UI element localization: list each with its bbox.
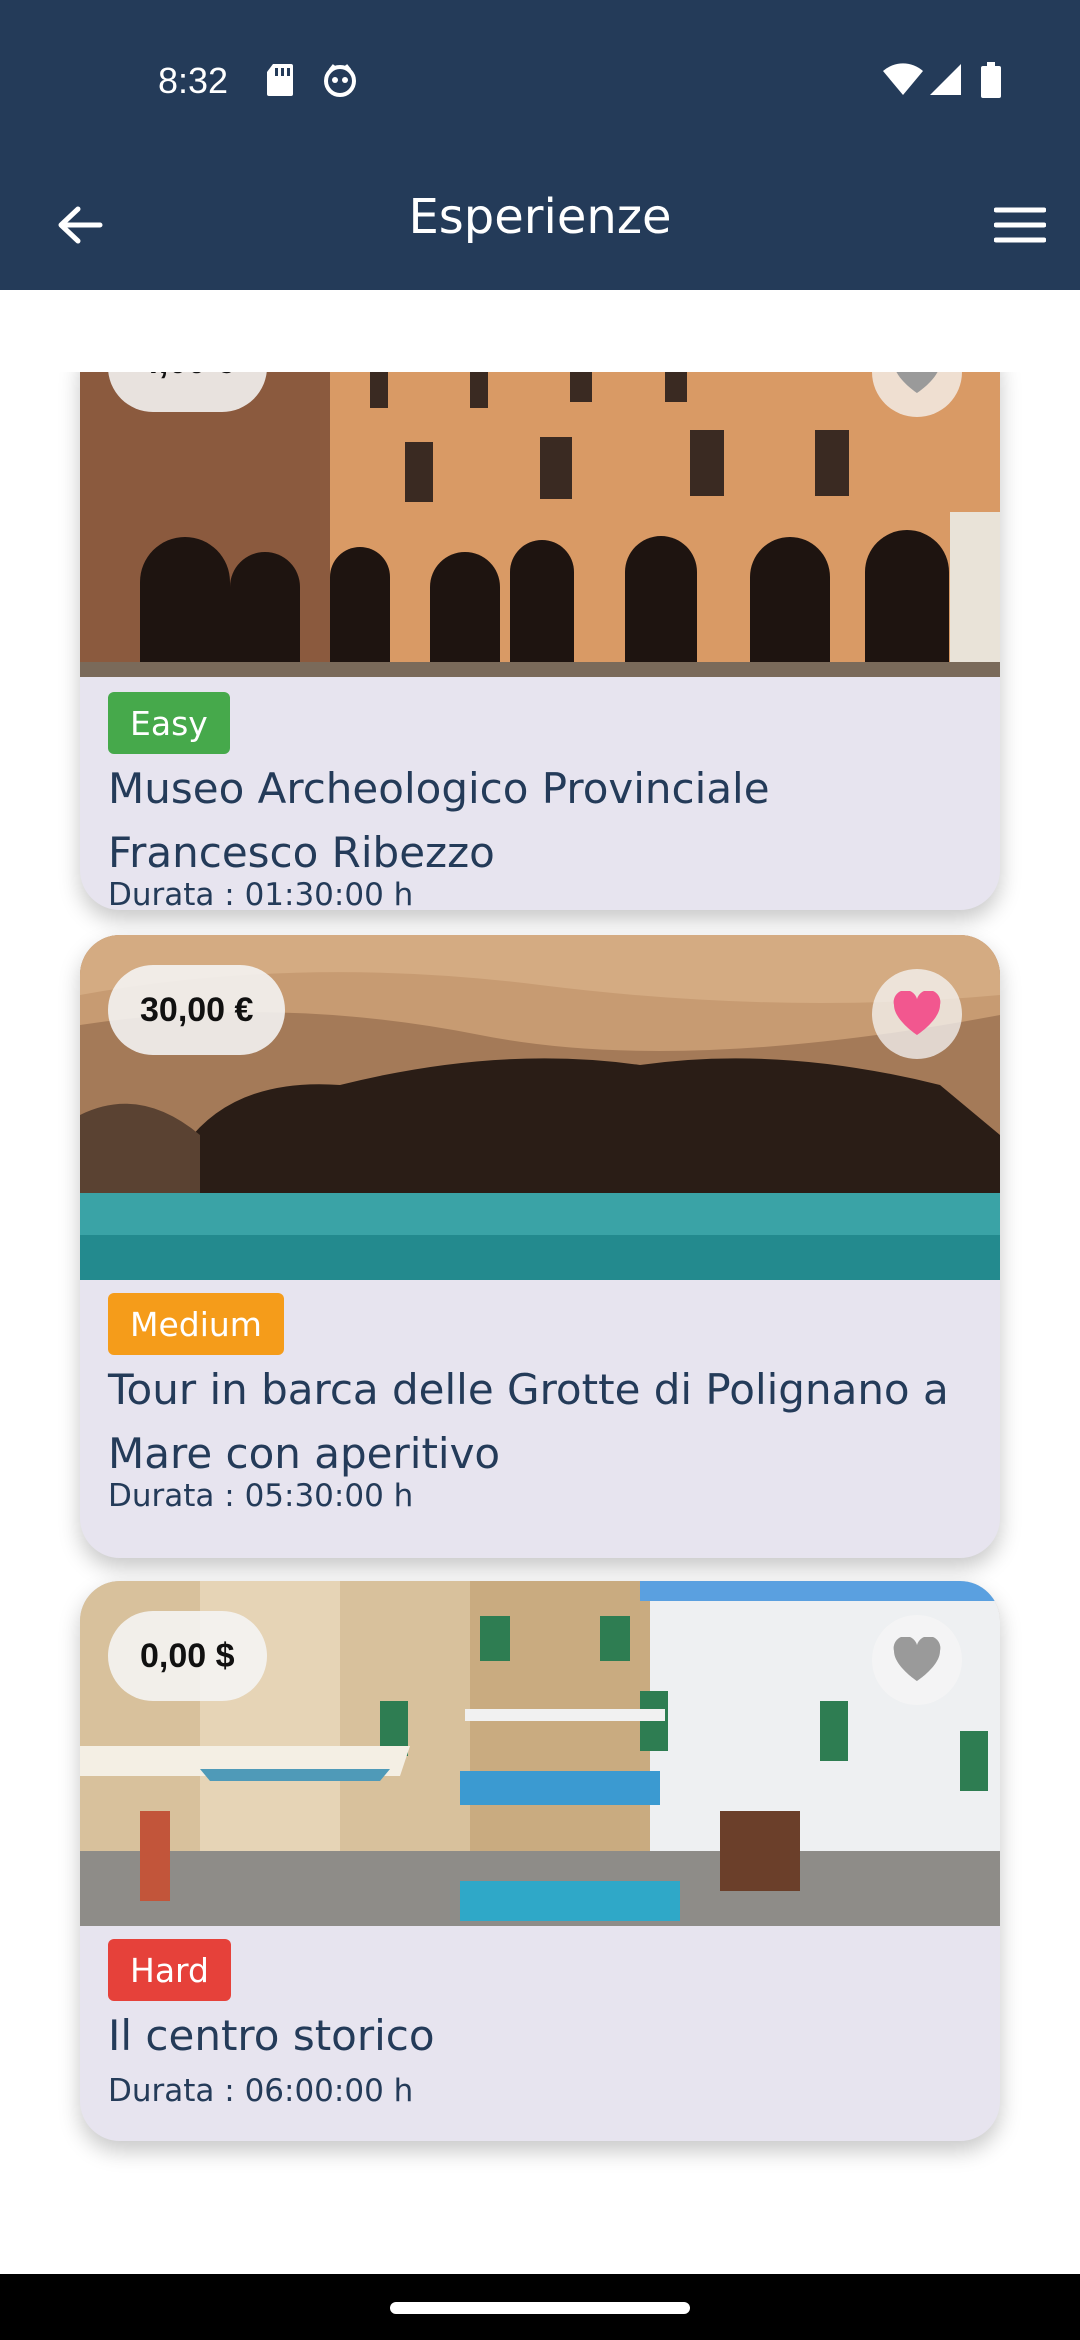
experience-list[interactable]: 4,00 € Easy Museo Archeologico Provincia… (0, 372, 1080, 2190)
heart-icon (896, 372, 938, 393)
price-badge: 4,00 € (108, 372, 267, 412)
assistant-icon (322, 62, 358, 102)
heart-icon (893, 1637, 941, 1681)
sd-card-icon (265, 62, 295, 102)
price-badge: 0,00 $ (108, 1611, 267, 1701)
home-gesture-handle[interactable] (390, 2302, 690, 2314)
wifi-icon (882, 62, 924, 100)
experience-duration: Durata : 05:30:00 h (108, 1478, 414, 1514)
experience-image: 0,00 $ (80, 1581, 1000, 1926)
app-bar: Esperienze (0, 165, 1080, 290)
difficulty-badge: Easy (108, 692, 230, 754)
experience-title: Museo Archeologico Provinciale Francesco… (108, 764, 770, 877)
content-area: 4,00 € Easy Museo Archeologico Provincia… (0, 290, 1080, 2190)
difficulty-badge: Medium (108, 1293, 284, 1355)
experience-card[interactable]: 4,00 € Easy Museo Archeologico Provincia… (80, 372, 1000, 910)
signal-icon (928, 62, 962, 100)
experience-card[interactable]: 30,00 € Medium Tour in barca delle Grott… (80, 935, 1000, 1558)
difficulty-badge: Hard (108, 1939, 231, 2001)
menu-button[interactable] (980, 185, 1060, 265)
experience-image: 4,00 € (80, 372, 1000, 677)
page-title: Esperienze (408, 189, 672, 245)
hamburger-menu-icon (994, 207, 1046, 243)
experience-duration: Durata : 01:30:00 h (108, 877, 414, 910)
experience-card[interactable]: 0,00 $ Hard Il centro storico Durata : 0… (80, 1581, 1000, 2141)
favorite-button[interactable] (872, 969, 962, 1059)
experience-title: Il centro storico (108, 2011, 435, 2060)
heart-icon (893, 991, 941, 1035)
favorite-button[interactable] (872, 1615, 962, 1705)
experience-duration: Durata : 06:00:00 h (108, 2073, 414, 2109)
status-time: 8:32 (158, 60, 229, 101)
navigation-bar (0, 2274, 1080, 2340)
experience-image: 30,00 € (80, 935, 1000, 1280)
price-badge: 30,00 € (108, 965, 286, 1055)
status-bar: 8:32 (0, 0, 1080, 165)
experience-title: Tour in barca delle Grotte di Polignano … (108, 1365, 949, 1478)
battery-icon (980, 62, 1002, 102)
